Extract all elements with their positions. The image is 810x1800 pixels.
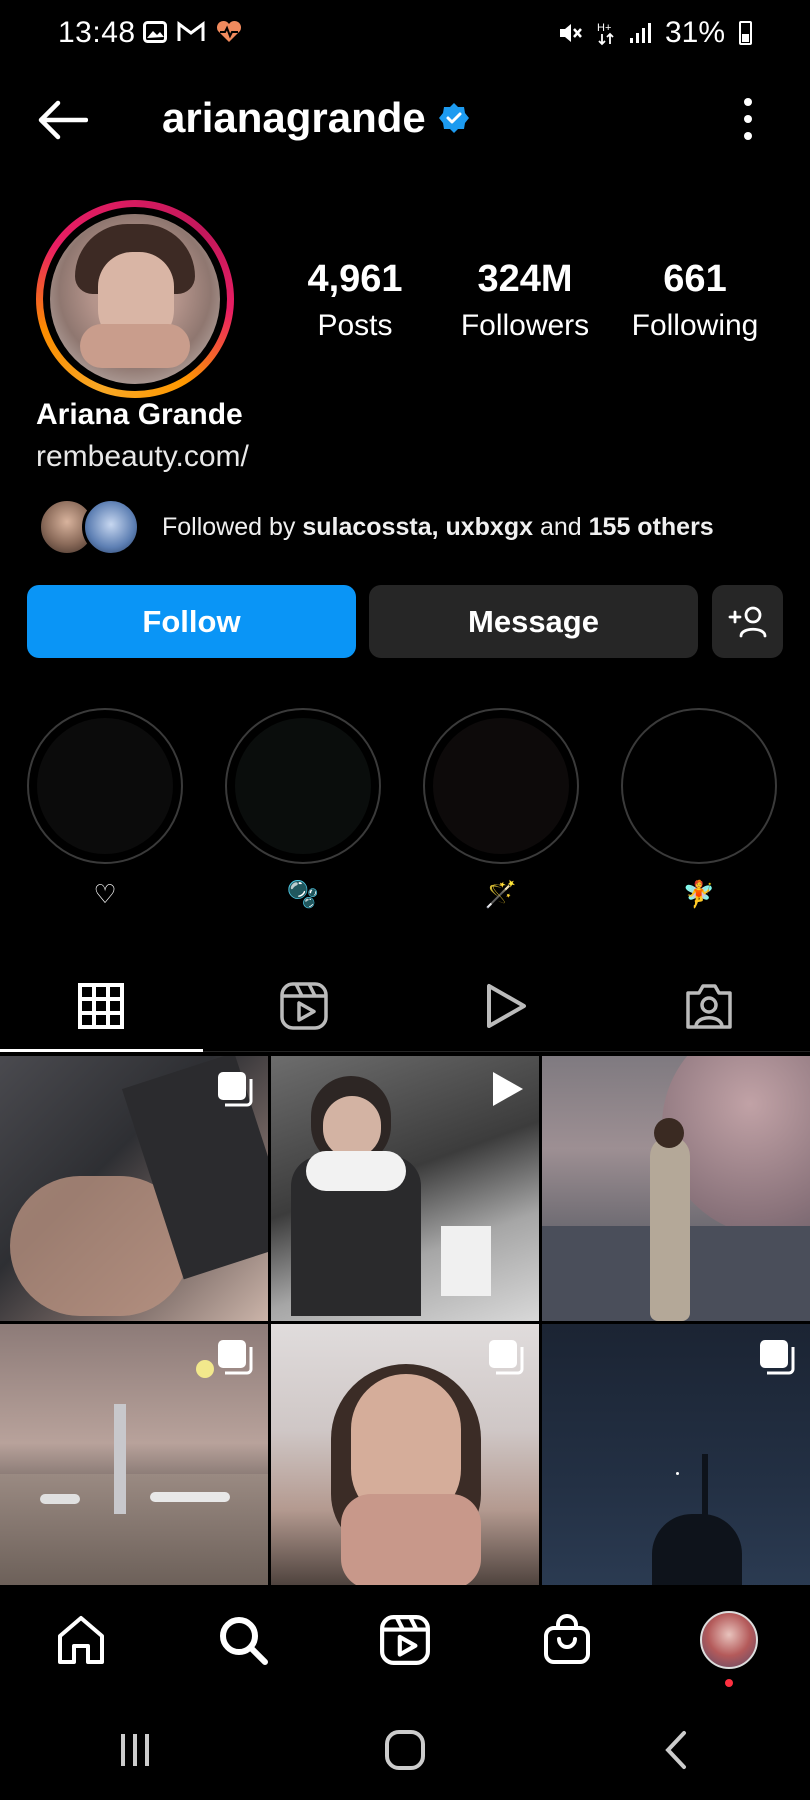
posts-count: 4,961 bbox=[307, 258, 403, 300]
system-back-button[interactable] bbox=[540, 1700, 810, 1800]
posts-label: Posts bbox=[317, 309, 393, 342]
gmail-icon bbox=[177, 21, 205, 41]
home-circle-icon bbox=[385, 1730, 425, 1770]
mutual-others: 155 others bbox=[588, 512, 714, 541]
highlight-label: ♡ bbox=[93, 878, 117, 909]
followed-by[interactable]: Followed by sulacossta, uxbxgx and 155 o… bbox=[38, 498, 714, 556]
post-thumbnail[interactable] bbox=[271, 1056, 539, 1321]
story-highlight[interactable]: 🪄 bbox=[423, 708, 579, 914]
stat-followers[interactable]: 324M Followers bbox=[440, 258, 610, 343]
back-arrow-icon[interactable] bbox=[36, 98, 88, 142]
network-icon: H+ bbox=[597, 22, 614, 46]
post-thumbnail[interactable] bbox=[0, 1324, 268, 1589]
home-button[interactable] bbox=[270, 1700, 540, 1800]
profile-stats: 4,961 Posts 324M Followers 661 Following bbox=[270, 258, 780, 343]
carousel-icon bbox=[760, 1340, 795, 1375]
nav-search[interactable] bbox=[162, 1585, 324, 1695]
tab-tagged[interactable] bbox=[608, 960, 810, 1051]
status-bar: 13:48 H+ 31% bbox=[0, 0, 810, 70]
post-thumbnail[interactable] bbox=[542, 1056, 810, 1321]
post-thumbnail[interactable] bbox=[542, 1324, 810, 1589]
story-highlight[interactable]: ♡ bbox=[27, 708, 183, 914]
verified-badge-icon bbox=[438, 103, 469, 133]
suggested-users-button[interactable] bbox=[712, 585, 783, 658]
health-heart-icon bbox=[216, 20, 242, 42]
profile-link[interactable]: rembeauty.com/ bbox=[36, 440, 249, 474]
post-thumbnail[interactable] bbox=[271, 1324, 539, 1589]
bottom-navigation bbox=[0, 1585, 810, 1695]
grid-icon bbox=[78, 982, 125, 1029]
tab-reels[interactable] bbox=[203, 960, 406, 1051]
highlight-label: 🪄 bbox=[484, 878, 518, 909]
status-time: 13:48 bbox=[58, 16, 136, 49]
nav-home[interactable] bbox=[0, 1585, 162, 1695]
carousel-icon bbox=[218, 1072, 253, 1107]
highlight-label: 🫧 bbox=[286, 878, 320, 909]
reels-icon bbox=[280, 981, 328, 1030]
shopping-bag-icon bbox=[544, 1614, 590, 1664]
story-highlight[interactable]: 🧚 bbox=[621, 708, 777, 914]
profile-tabs bbox=[0, 960, 810, 1052]
home-icon bbox=[58, 1616, 104, 1664]
search-icon bbox=[220, 1617, 268, 1665]
mute-icon bbox=[559, 24, 582, 42]
tab-grid[interactable] bbox=[0, 960, 203, 1052]
following-count: 661 bbox=[663, 258, 727, 300]
profile-full-name: Ariana Grande bbox=[36, 398, 243, 431]
stat-following[interactable]: 661 Following bbox=[610, 258, 780, 343]
avatar bbox=[700, 1611, 758, 1669]
message-button[interactable]: Message bbox=[369, 585, 698, 658]
profile-username: arianagrande bbox=[162, 94, 470, 142]
nav-shop[interactable] bbox=[486, 1585, 648, 1695]
play-icon bbox=[487, 983, 527, 1028]
post-thumbnail[interactable] bbox=[0, 1056, 268, 1321]
highlight-label: 🧚 bbox=[682, 878, 716, 909]
battery-percent: 31% bbox=[664, 16, 725, 49]
carousel-icon bbox=[218, 1340, 253, 1375]
stat-posts[interactable]: 4,961 Posts bbox=[270, 258, 440, 343]
add-person-icon bbox=[728, 606, 766, 637]
video-icon bbox=[493, 1072, 523, 1106]
follow-button[interactable]: Follow bbox=[27, 585, 356, 658]
system-icons: H+ 31% bbox=[557, 16, 752, 50]
followers-count: 324M bbox=[477, 258, 573, 300]
following-label: Following bbox=[631, 309, 759, 342]
notification-icons bbox=[143, 20, 243, 44]
mutual-avatar bbox=[82, 498, 140, 556]
tagged-person-icon bbox=[686, 983, 732, 1029]
notification-dot bbox=[725, 1679, 733, 1687]
svg-text:H+: H+ bbox=[597, 22, 611, 34]
nav-profile[interactable] bbox=[648, 1585, 810, 1695]
posts-grid bbox=[0, 1056, 810, 1589]
profile-photo bbox=[50, 214, 220, 384]
reels-icon bbox=[380, 1615, 430, 1665]
profile-avatar[interactable] bbox=[36, 200, 234, 398]
gallery-icon bbox=[143, 21, 167, 43]
nav-reels[interactable] bbox=[324, 1585, 486, 1695]
battery-icon bbox=[739, 21, 752, 45]
chevron-left-icon bbox=[665, 1731, 686, 1769]
profile-header: arianagrande bbox=[0, 90, 810, 150]
signal-icon bbox=[629, 23, 651, 43]
more-options-icon[interactable] bbox=[742, 96, 754, 142]
username-text: arianagrande bbox=[162, 94, 426, 141]
mutual-names: sulacossta, uxbxgx bbox=[302, 512, 534, 541]
tab-videos[interactable] bbox=[405, 960, 608, 1051]
carousel-icon bbox=[489, 1340, 524, 1375]
followed-by-text: Followed by sulacossta, uxbxgx and 155 o… bbox=[162, 512, 714, 541]
recent-apps-button[interactable] bbox=[0, 1700, 270, 1800]
story-highlight[interactable]: 🫧 bbox=[225, 708, 381, 914]
recent-apps-icon bbox=[121, 1734, 149, 1766]
followers-label: Followers bbox=[460, 309, 590, 342]
system-navigation bbox=[0, 1700, 810, 1800]
